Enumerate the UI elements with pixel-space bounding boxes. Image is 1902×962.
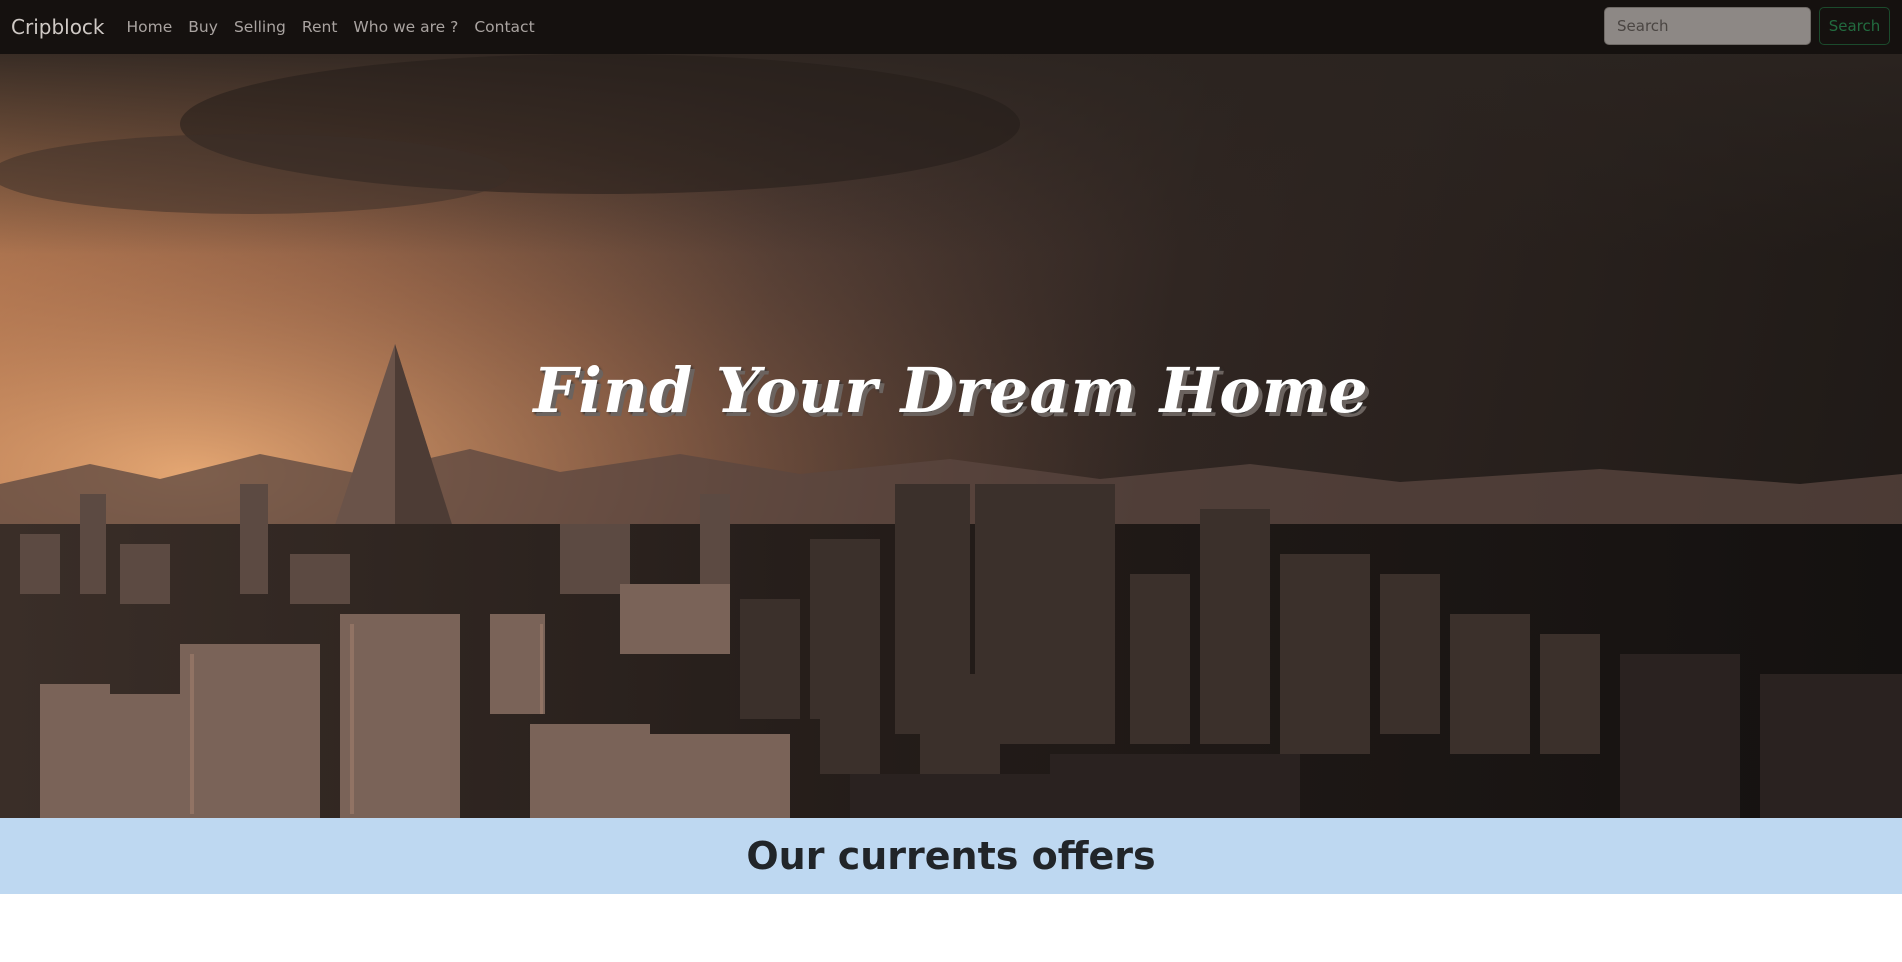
brand-logo[interactable]: Cripblock <box>11 15 105 39</box>
nav-link-who-we-are[interactable]: Who we are ? <box>353 18 458 36</box>
nav-link-selling[interactable]: Selling <box>234 18 286 36</box>
search-form: Search <box>1604 7 1890 45</box>
navbar: Cripblock Home Buy Selling Rent Who we a… <box>0 0 1902 54</box>
offers-banner: Our currents offers <box>0 818 1902 894</box>
search-input[interactable] <box>1604 7 1811 45</box>
nav-links: Home Buy Selling Rent Who we are ? Conta… <box>119 18 543 36</box>
nav-link-contact[interactable]: Contact <box>474 18 534 36</box>
hero-title: Find Your Dream Home <box>533 354 1369 427</box>
nav-link-rent[interactable]: Rent <box>302 18 338 36</box>
nav-link-home[interactable]: Home <box>127 18 173 36</box>
search-button[interactable]: Search <box>1819 7 1890 45</box>
nav-link-buy[interactable]: Buy <box>188 18 218 36</box>
hero-section: Find Your Dream Home <box>0 54 1902 818</box>
city-skyline-background <box>0 54 1902 818</box>
offers-title: Our currents offers <box>746 834 1156 878</box>
